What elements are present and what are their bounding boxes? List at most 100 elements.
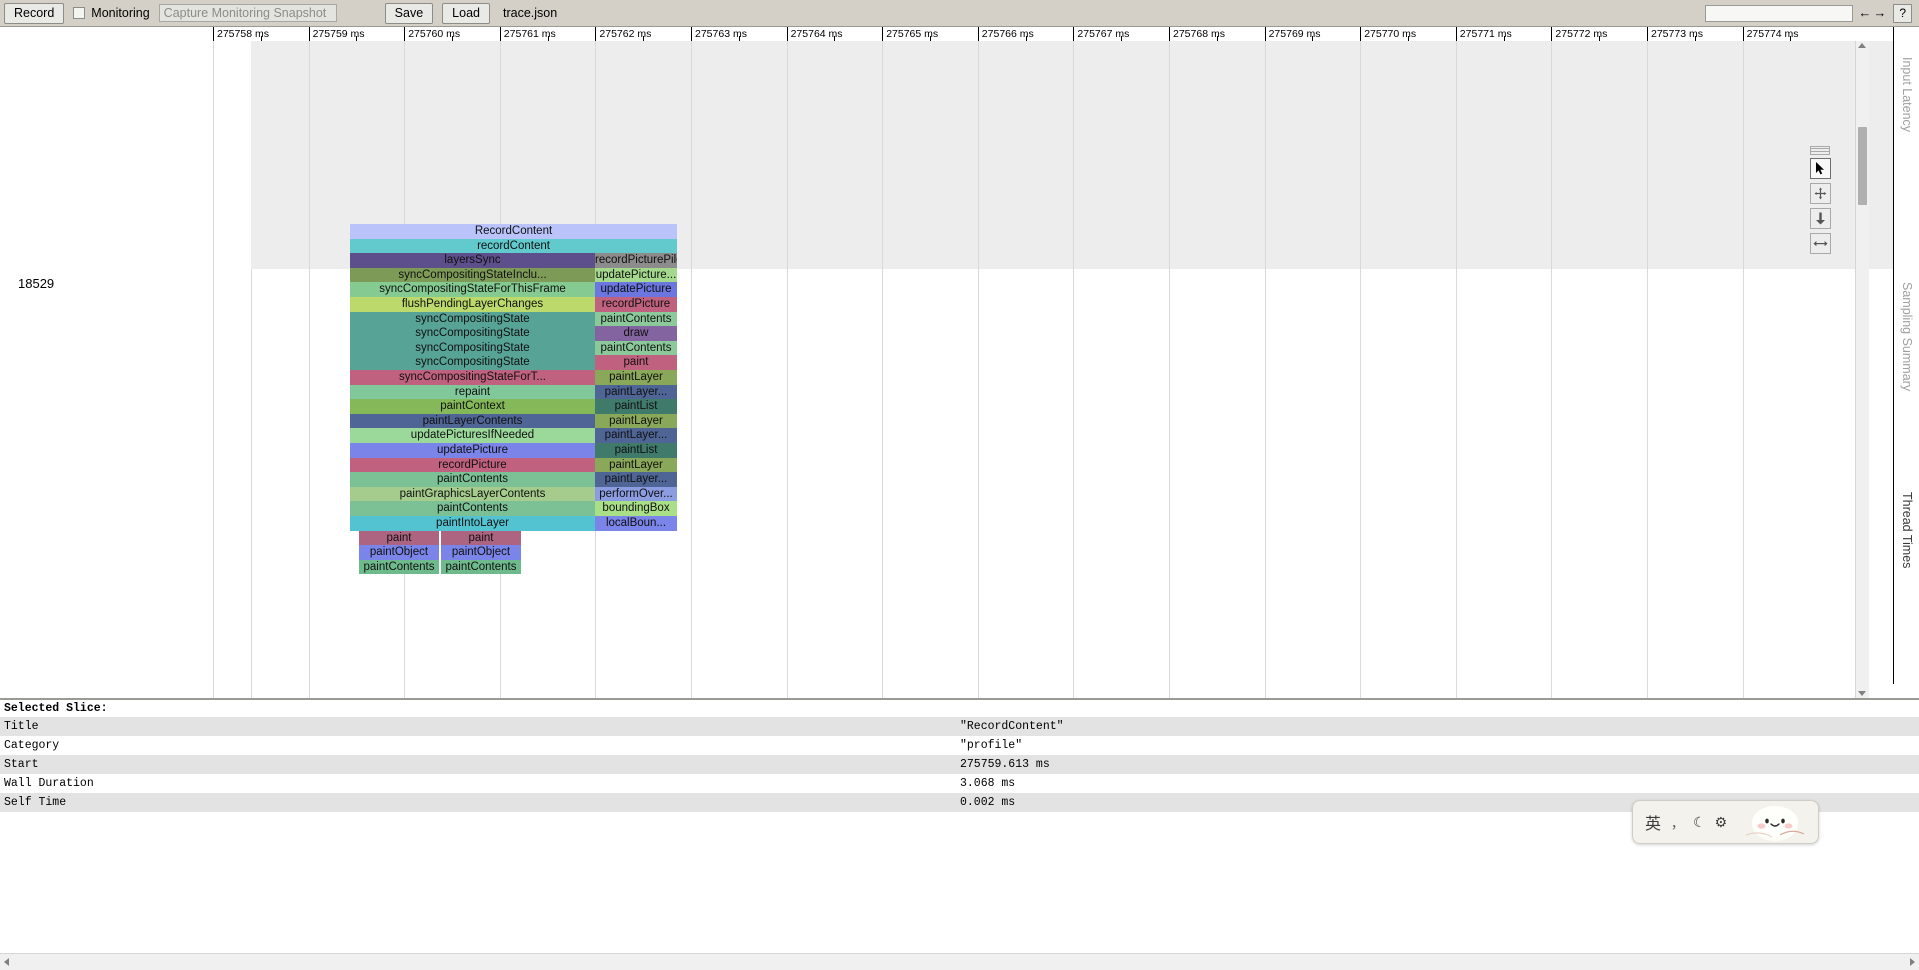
flame-slice[interactable]: syncCompositingState — [350, 326, 595, 341]
save-button[interactable]: Save — [384, 2, 434, 24]
flame-slice[interactable]: updatePicture — [350, 443, 595, 458]
ime-punctuation-icon[interactable]: ， — [1671, 813, 1684, 832]
help-button[interactable]: ? — [1893, 3, 1912, 23]
flame-slice[interactable]: paint — [441, 530, 521, 546]
flame-chart[interactable]: RecordContent recordContent layersSync sync… — [251, 41, 1919, 698]
selected-slice-details-panel: Selected Slice: Title "RecordContent" Cate… — [0, 700, 1919, 812]
timeline-track-area: 18529 RecordContent recordContent layersSy… — [0, 41, 1919, 700]
flame-slice[interactable]: syncCompositingStateForT... — [350, 370, 595, 385]
flame-slice[interactable]: paintList — [595, 399, 677, 414]
search-prev-icon[interactable]: ← — [1857, 6, 1872, 20]
flame-slice[interactable]: paintContext — [350, 399, 595, 414]
timeline-grid-column[interactable]: RecordContent recordContent layersSync sync… — [213, 41, 1919, 698]
flame-slice[interactable]: paintObject — [441, 545, 521, 560]
timing-marker-button[interactable] — [1809, 233, 1831, 254]
details-row: Wall Duration 3.068 ms — [0, 774, 1919, 793]
flame-slice[interactable]: paintContents — [595, 340, 677, 356]
flame-slice[interactable]: syncCompositingState — [350, 311, 595, 327]
timeline-vertical-scrollbar[interactable] — [1855, 41, 1869, 698]
track-label-column: 18529 — [0, 41, 252, 698]
flame-slice[interactable]: syncCompositingState — [350, 355, 595, 370]
timing-marker-icon — [1813, 241, 1827, 247]
flame-slice[interactable]: syncCompositingStateForThisFrame — [350, 282, 595, 297]
details-row: Title "RecordContent" — [0, 717, 1919, 736]
pan-cross-icon — [1814, 187, 1826, 200]
flame-slice[interactable]: recordContent — [350, 238, 677, 254]
selection-arrow-button[interactable] — [1809, 158, 1831, 179]
ime-settings-gear-icon[interactable]: ⚙ — [1715, 814, 1728, 831]
zoom-tool-button[interactable] — [1809, 208, 1831, 229]
analysis-tab-strip: Input Latency Sampling Summary Thread Time… — [1893, 27, 1919, 684]
flame-slice[interactable]: recordPicture — [350, 457, 595, 473]
flame-slice[interactable]: flushPendingLayerChanges — [350, 297, 595, 312]
flame-slice[interactable]: paintContents — [350, 501, 595, 516]
selection-arrow-icon — [1815, 162, 1824, 175]
flame-slice[interactable]: boundingBox — [595, 501, 677, 516]
drag-grip-handle[interactable] — [1810, 146, 1830, 155]
flame-slice[interactable]: updatePicture — [595, 282, 677, 297]
flame-slice[interactable]: syncCompositingStateInclu... — [350, 267, 595, 283]
ime-language-icon[interactable]: 英 — [1645, 810, 1661, 834]
time-ruler[interactable]: 275758 ms 275759 ms 275760 ms 275761 ms 2757… — [0, 27, 1919, 42]
flame-slice[interactable]: repaint — [350, 384, 595, 400]
flame-slice[interactable]: paintList — [595, 443, 677, 458]
page-horizontal-scrollbar[interactable] — [0, 953, 1919, 970]
flame-slice[interactable]: updatePicture... — [595, 267, 677, 283]
details-row-key: Title — [4, 720, 39, 733]
analysis-tab-input-latency[interactable]: Input Latency — [1894, 57, 1919, 132]
pan-tool-button[interactable] — [1809, 183, 1831, 204]
thread-id-label: 18529 — [18, 276, 55, 291]
details-row-value: "RecordContent" — [960, 720, 1064, 733]
trace-viewer-app: Record Monitoring Save Load trace.json ←… — [0, 0, 1919, 970]
navigation-control-group — [1809, 146, 1831, 258]
flame-slice[interactable]: RecordContent — [350, 224, 677, 239]
ime-moon-icon[interactable]: ☾ — [1693, 814, 1706, 831]
main-toolbar: Record Monitoring Save Load trace.json ←… — [0, 0, 1919, 27]
zoom-down-arrow-icon — [1815, 212, 1825, 225]
flame-slice[interactable]: paintObject — [359, 545, 439, 560]
flame-slice[interactable]: paintIntoLayer — [350, 516, 595, 531]
flame-slice[interactable]: paint — [595, 355, 677, 370]
scroll-down-arrow-icon[interactable] — [1858, 691, 1866, 696]
flame-slice[interactable]: updatePicturesIfNeeded — [350, 428, 595, 443]
scroll-right-arrow-icon[interactable] — [1910, 958, 1915, 966]
flame-slice[interactable]: paintLayer... — [595, 428, 677, 443]
scrollbar-thumb[interactable] — [1858, 127, 1867, 205]
flame-slice[interactable]: paintContents — [359, 559, 439, 575]
flame-slice[interactable]: recordPicturePile — [595, 253, 677, 268]
flame-slice[interactable]: syncCompositingState — [350, 340, 595, 356]
flame-slice[interactable]: paint — [359, 530, 439, 546]
scroll-left-arrow-icon[interactable] — [4, 958, 9, 966]
flame-slice[interactable]: paintLayer... — [595, 384, 677, 400]
ime-mascot-icon — [1745, 806, 1805, 841]
flame-slice[interactable]: paintLayer — [595, 457, 677, 473]
details-row-value: 3.068 ms — [960, 777, 1016, 790]
flame-slice[interactable]: paintContents — [441, 559, 521, 575]
flame-slice[interactable]: performOver... — [595, 486, 677, 502]
capture-monitoring-snapshot-input[interactable] — [158, 4, 337, 22]
details-row-value: 0.002 ms — [960, 796, 1016, 809]
flame-slice[interactable]: recordPicture — [595, 297, 677, 312]
timeline-gridline — [213, 41, 214, 698]
flame-slice[interactable]: paintLayer... — [595, 472, 677, 487]
record-button[interactable]: Record — [4, 2, 65, 24]
monitoring-checkbox[interactable] — [73, 7, 86, 19]
analysis-tab-sampling-summary[interactable]: Sampling Summary — [1894, 282, 1919, 391]
flame-slice[interactable]: paintLayerContents — [350, 413, 595, 429]
details-row-value: "profile" — [960, 739, 1023, 752]
scroll-up-arrow-icon[interactable] — [1858, 43, 1866, 48]
flame-slice[interactable]: layersSync — [350, 253, 595, 268]
search-next-icon[interactable]: → — [1872, 6, 1887, 20]
flame-slice[interactable]: paintGraphicsLayerContents — [350, 486, 595, 502]
flame-slice[interactable]: paintContents — [595, 311, 677, 327]
search-input[interactable] — [1705, 4, 1854, 22]
ime-floating-toolbar[interactable]: 英 ， ☾ ⚙ — [1632, 800, 1819, 844]
flame-slice[interactable]: paintLayer — [595, 413, 677, 429]
analysis-tab-thread-times[interactable]: Thread Times — [1894, 492, 1919, 568]
flame-slice[interactable]: paintContents — [350, 472, 595, 487]
load-button[interactable]: Load — [442, 2, 490, 24]
flame-slice[interactable]: paintLayer — [595, 370, 677, 385]
flame-slice[interactable]: localBoun... — [595, 516, 677, 531]
flame-slice[interactable]: draw — [595, 326, 677, 341]
details-row-key: Self Time — [4, 796, 67, 809]
